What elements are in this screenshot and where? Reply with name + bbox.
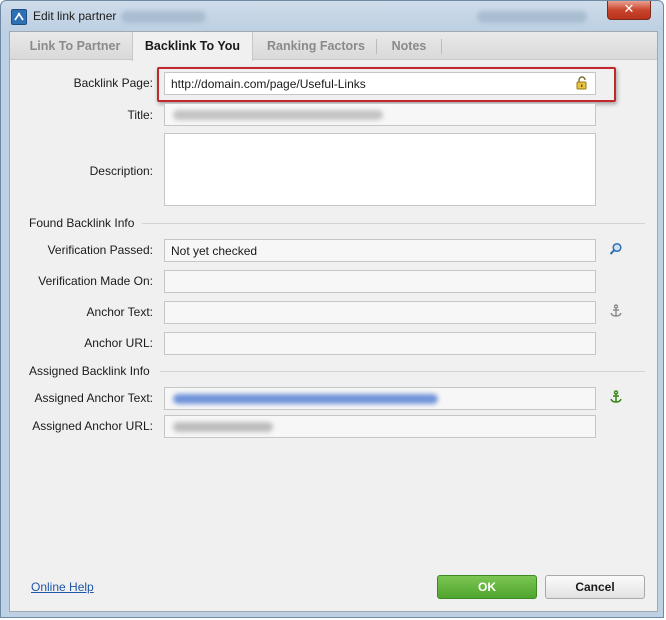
redacted-title-text <box>121 11 206 23</box>
anchor-text-field <box>164 301 596 324</box>
tab-link-to-partner[interactable]: Link To Partner <box>18 32 132 60</box>
verification-made-on-label: Verification Made On: <box>38 274 153 288</box>
anchor-green-icon[interactable] <box>609 390 623 404</box>
redacted-assigned-anchor-url <box>173 422 273 432</box>
found-backlink-info-title: Found Backlink Info <box>29 216 135 230</box>
assigned-anchor-url-input[interactable] <box>164 415 596 438</box>
section-divider <box>160 371 645 372</box>
online-help-link[interactable]: Online Help <box>31 580 94 594</box>
anchor-icon[interactable] <box>609 304 623 318</box>
tab-separator <box>441 39 442 54</box>
title-label: Title: <box>127 108 153 122</box>
title-bar[interactable]: Edit link partner ✕ <box>1 1 663 31</box>
tab-bar: Link To Partner Backlink To You Ranking … <box>10 32 657 61</box>
cancel-button[interactable]: Cancel <box>545 575 645 599</box>
verification-passed-label: Verification Passed: <box>47 243 153 257</box>
backlink-page-label: Backlink Page: <box>73 76 153 90</box>
redacted-title-value <box>173 110 383 120</box>
edit-link-partner-dialog: Edit link partner ✕ Link To Partner Back… <box>0 0 664 618</box>
assigned-backlink-info-title: Assigned Backlink Info <box>29 364 150 378</box>
assigned-anchor-text-label: Assigned Anchor Text: <box>34 391 153 405</box>
tab-notes[interactable]: Notes <box>380 32 438 60</box>
redacted-assigned-anchor-text <box>173 394 438 404</box>
description-textarea[interactable] <box>164 133 596 206</box>
dialog-client-area: Link To Partner Backlink To You Ranking … <box>9 31 658 612</box>
anchor-url-label: Anchor URL: <box>84 336 153 350</box>
verification-passed-field: Not yet checked <box>164 239 596 262</box>
tab-ranking-factors[interactable]: Ranking Factors <box>260 32 372 60</box>
anchor-url-field <box>164 332 596 355</box>
assigned-anchor-url-label: Assigned Anchor URL: <box>32 419 153 433</box>
close-button[interactable]: ✕ <box>607 1 651 20</box>
verification-passed-value: Not yet checked <box>171 244 258 258</box>
title-input[interactable] <box>164 103 596 126</box>
search-icon[interactable] <box>609 242 623 256</box>
assigned-anchor-text-input[interactable] <box>164 387 596 410</box>
description-label: Description: <box>89 164 153 178</box>
verification-made-on-field <box>164 270 596 293</box>
redacted-title-text <box>477 11 587 23</box>
section-divider <box>142 223 645 224</box>
anchor-text-label: Anchor Text: <box>86 305 153 319</box>
tab-backlink-to-you[interactable]: Backlink To You <box>132 32 253 61</box>
window-title: Edit link partner <box>33 9 117 23</box>
app-icon <box>11 9 27 25</box>
ok-button[interactable]: OK <box>437 575 537 599</box>
tab-separator <box>376 39 377 54</box>
highlight-frame <box>157 67 616 102</box>
